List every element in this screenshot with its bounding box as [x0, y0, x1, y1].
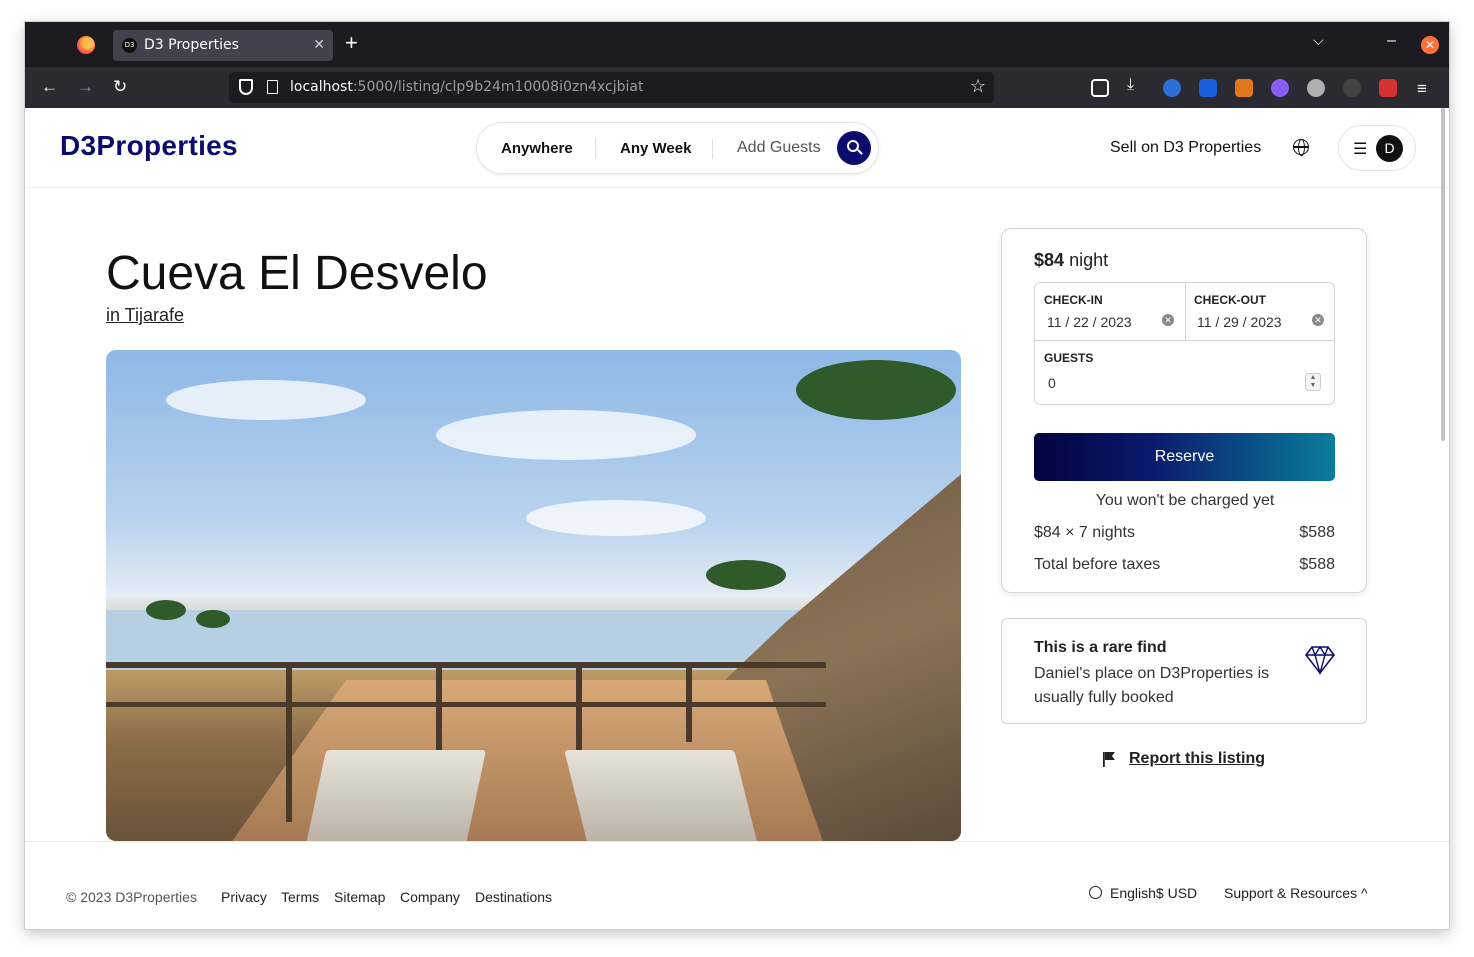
avatar: D	[1376, 135, 1403, 162]
footer-link-privacy[interactable]: Privacy	[221, 889, 267, 905]
navigation-bar: ← → ↻ localhost:5000/listing/clp9b24m100…	[25, 67, 1449, 108]
extension-fox-icon[interactable]	[1163, 79, 1181, 97]
bookmark-star-icon[interactable]: ☆	[970, 76, 986, 97]
tab-bar: D3 D3 Properties ✕ + ⌵ – ✕	[25, 22, 1449, 67]
bitwarden-icon[interactable]	[1199, 79, 1217, 97]
nightly-price: $84 night	[1034, 250, 1109, 270]
rare-find-card: This is a rare find Daniel's place on D3…	[1001, 618, 1367, 724]
booking-card: $84 night CHECK-IN 11 / 22 / 2023 ✕ CHEC…	[1001, 228, 1367, 593]
download-icon[interactable]: ⤓	[1127, 76, 1145, 94]
user-menu-button[interactable]: ☰ D	[1338, 125, 1416, 171]
firefox-icon[interactable]	[77, 36, 95, 54]
back-icon[interactable]: ←	[41, 77, 58, 97]
search-any-week[interactable]: Any Week	[620, 140, 691, 157]
site-header: D3Properties Anywhere Any Week Add Guest…	[25, 108, 1449, 188]
shield-icon[interactable]	[239, 79, 253, 95]
reload-icon[interactable]: ↻	[113, 77, 127, 97]
page: D3Properties Anywhere Any Week Add Guest…	[25, 108, 1449, 929]
metamask-icon[interactable]	[1235, 79, 1253, 97]
search-anywhere[interactable]: Anywhere	[501, 140, 573, 157]
new-tab-icon[interactable]: +	[345, 30, 358, 56]
divider	[712, 139, 713, 159]
forward-icon[interactable]: →	[77, 77, 94, 97]
no-charge-note: You won't be charged yet	[1095, 492, 1275, 509]
flag-icon	[1103, 752, 1115, 767]
check-out-field[interactable]: CHECK-OUT 11 / 29 / 2023 ✕	[1185, 283, 1334, 340]
extension-red-icon[interactable]	[1379, 79, 1397, 97]
guests-input[interactable]: 0	[1048, 375, 1056, 391]
extension-dark-icon[interactable]	[1343, 79, 1361, 97]
rare-find-title: This is a rare find	[1034, 639, 1167, 656]
browser-tab[interactable]: D3 D3 Properties ✕	[113, 30, 333, 61]
tab-title: D3 Properties	[144, 37, 239, 53]
minimize-icon[interactable]: –	[1387, 32, 1396, 50]
clear-check-out-icon[interactable]: ✕	[1312, 314, 1324, 326]
extension-ghost-icon[interactable]	[1271, 79, 1289, 97]
rare-find-text: Daniel's place on D3Properties is usuall…	[1034, 665, 1270, 706]
check-in-field[interactable]: CHECK-IN 11 / 22 / 2023 ✕	[1035, 283, 1185, 340]
footer-link-destinations[interactable]: Destinations	[475, 889, 552, 905]
browser-window: D3 D3 Properties ✕ + ⌵ – ✕ ← → ↻ localho…	[25, 22, 1449, 929]
globe-icon[interactable]	[1089, 886, 1102, 899]
tab-list-chevron-icon[interactable]: ⌵	[1313, 32, 1324, 49]
diamond-icon	[1304, 645, 1336, 675]
listing-title: Cueva El Desvelo	[106, 247, 488, 300]
copyright: © 2023 D3Properties	[66, 889, 197, 905]
url-bar[interactable]: localhost:5000/listing/clp9b24m10008i0zn…	[229, 72, 994, 103]
check-out-value[interactable]: 11 / 29 / 2023	[1197, 314, 1282, 330]
language-currency-button[interactable]: English$ USD	[1110, 885, 1197, 901]
sell-link[interactable]: Sell on D3 Properties	[1110, 139, 1261, 157]
pocket-icon[interactable]	[1091, 79, 1109, 97]
site-logo[interactable]: D3Properties	[60, 130, 238, 162]
extension-owl-icon[interactable]	[1307, 79, 1325, 97]
nights-line: $84 × 7 nights $588	[1034, 524, 1335, 541]
support-resources-button[interactable]: Support & Resources ^	[1224, 885, 1368, 901]
report-listing-link[interactable]: Report this listing	[1129, 750, 1265, 768]
footer-link-sitemap[interactable]: Sitemap	[334, 889, 385, 905]
check-out-label: CHECK-OUT	[1194, 293, 1266, 307]
hamburger-icon: ☰	[1353, 141, 1368, 158]
divider	[595, 139, 596, 159]
app-menu-icon[interactable]: ≡	[1417, 79, 1427, 99]
guests-stepper[interactable]: ▲ ▼	[1305, 373, 1321, 391]
page-icon[interactable]	[267, 80, 278, 94]
clear-check-in-icon[interactable]: ✕	[1162, 314, 1174, 326]
reserve-button[interactable]: Reserve	[1034, 433, 1335, 481]
date-guest-picker: CHECK-IN 11 / 22 / 2023 ✕ CHECK-OUT 11 /…	[1034, 282, 1335, 405]
footer-link-company[interactable]: Company	[400, 889, 460, 905]
guests-label: GUESTS	[1044, 351, 1094, 365]
search-pill[interactable]: Anywhere Any Week Add Guests	[476, 122, 879, 174]
check-in-value[interactable]: 11 / 22 / 2023	[1047, 314, 1132, 330]
favicon-icon: D3	[122, 38, 137, 53]
footer-link-terms[interactable]: Terms	[281, 889, 319, 905]
search-add-guests[interactable]: Add Guests	[737, 139, 821, 157]
listing-location-link[interactable]: in Tijarafe	[106, 305, 184, 326]
chevron-up-icon: ^	[1357, 885, 1368, 901]
globe-icon[interactable]	[1293, 139, 1309, 156]
total-line: Total before taxes $588	[1034, 556, 1335, 573]
check-in-label: CHECK-IN	[1044, 293, 1103, 307]
scrollbar[interactable]	[1441, 108, 1445, 441]
close-tab-icon[interactable]: ✕	[313, 36, 325, 53]
window-close-icon[interactable]: ✕	[1421, 36, 1439, 54]
site-footer: © 2023 D3Properties Privacy Terms Sitema…	[25, 841, 1449, 929]
listing-photo[interactable]	[106, 350, 961, 841]
search-button[interactable]	[837, 131, 871, 165]
url-text[interactable]: localhost:5000/listing/clp9b24m10008i0zn…	[290, 79, 644, 95]
